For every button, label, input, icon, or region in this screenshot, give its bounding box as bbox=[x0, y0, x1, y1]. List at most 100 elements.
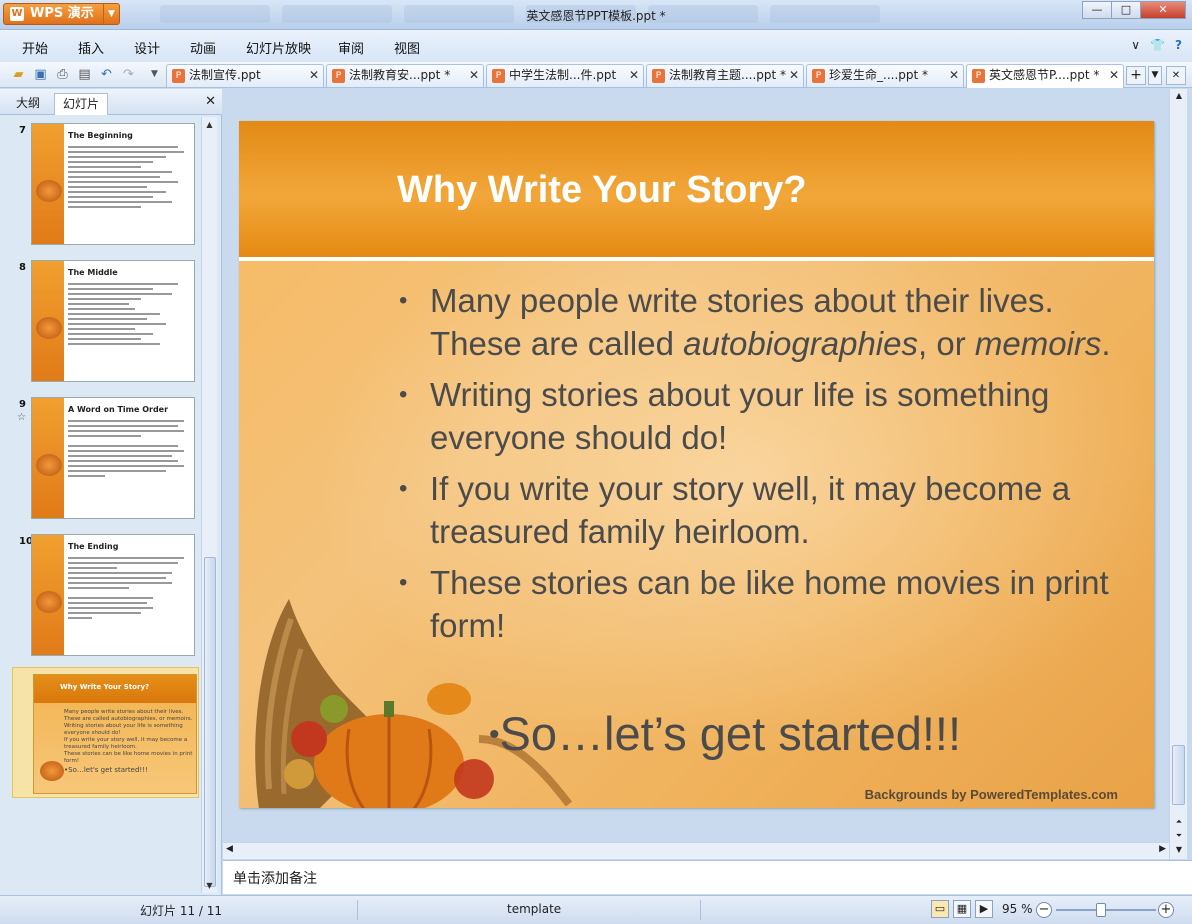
window-controls: — □ ✕ bbox=[1082, 1, 1186, 19]
menu-view[interactable]: 视图 bbox=[394, 38, 420, 57]
close-tab-icon[interactable]: ✕ bbox=[1109, 65, 1119, 86]
slide-thumbnail[interactable]: A Word on Time Order bbox=[31, 397, 195, 519]
slide-thumbnail[interactable]: The Beginning bbox=[31, 123, 195, 245]
slide-number: 8 bbox=[19, 262, 26, 273]
template-credit: Backgrounds by PoweredTemplates.com bbox=[864, 787, 1118, 802]
scroll-up-icon[interactable]: ▲ bbox=[1171, 89, 1187, 103]
slide-thumbnail[interactable]: The Ending bbox=[31, 534, 195, 656]
doc-tab[interactable]: P 法制教育主题....ppt * ✕ bbox=[646, 64, 804, 87]
status-bar: 幻灯片 11 / 11 template ▭ ▦ ▶ 95 % − + bbox=[0, 895, 1192, 924]
title-bar: W WPS 演示 ▼ 英文感恩节PPT模板.ppt * — □ ✕ bbox=[0, 0, 1192, 30]
thumb-line: If you write your story well, it may bec… bbox=[64, 737, 188, 750]
thumb-title: The Ending bbox=[68, 542, 119, 551]
doc-tab-active[interactable]: P 英文感恩节P....ppt * ✕ bbox=[966, 64, 1124, 88]
pane-tabs: 大纲 幻灯片 ✕ bbox=[0, 89, 222, 115]
undo-icon[interactable]: ↶ bbox=[98, 66, 115, 83]
tab-list-dropdown-icon[interactable]: ▼ bbox=[1148, 66, 1162, 85]
close-tab-icon[interactable]: ✕ bbox=[469, 65, 479, 86]
zoom-slider[interactable]: − + bbox=[1036, 902, 1176, 918]
slideshow-view-icon[interactable]: ▶ bbox=[975, 900, 993, 918]
thumb-line: •So…let's get started!!! bbox=[64, 766, 148, 774]
doc-tab[interactable]: P 法制宣传.ppt ✕ bbox=[166, 64, 324, 87]
normal-view-icon[interactable]: ▭ bbox=[931, 900, 949, 918]
ppt-file-icon: P bbox=[812, 69, 825, 83]
doc-tab[interactable]: P 法制教育安...ppt * ✕ bbox=[326, 64, 484, 87]
tab-outline[interactable]: 大纲 bbox=[8, 93, 48, 115]
doc-tab[interactable]: P 中学生法制...件.ppt ✕ bbox=[486, 64, 644, 87]
menu-review[interactable]: 审阅 bbox=[338, 38, 364, 57]
help-icon[interactable]: ? bbox=[1175, 38, 1182, 52]
bullet-emphasis: memoirs bbox=[974, 325, 1102, 362]
tab-close-all-icon[interactable]: ✕ bbox=[1166, 66, 1186, 85]
scroll-right-icon[interactable]: ▶ bbox=[1159, 844, 1166, 854]
ribbon-menu-bar: 开始 插入 设计 动画 幻灯片放映 审阅 视图 ∨ 👕 ? bbox=[0, 30, 1192, 62]
menu-home[interactable]: 开始 bbox=[22, 38, 48, 57]
thumb-title: A Word on Time Order bbox=[68, 405, 169, 414]
ppt-file-icon: P bbox=[172, 69, 185, 83]
zoom-in-icon[interactable]: + bbox=[1158, 902, 1174, 918]
bullet-text: , or bbox=[918, 325, 975, 362]
bullet-item: Writing stories about your life is somet… bbox=[399, 373, 1139, 459]
open-folder-icon[interactable]: ▰ bbox=[10, 66, 27, 83]
doc-tab-label: 法制教育主题....ppt * bbox=[669, 68, 787, 82]
close-tab-icon[interactable]: ✕ bbox=[309, 65, 319, 86]
save-icon[interactable]: ▣ bbox=[32, 66, 49, 83]
close-tab-icon[interactable]: ✕ bbox=[949, 65, 959, 86]
slide-sorter-icon[interactable]: ▦ bbox=[953, 900, 971, 918]
slide-counter: 幻灯片 11 / 11 bbox=[140, 904, 223, 918]
maximize-button[interactable]: □ bbox=[1111, 1, 1141, 19]
thumb-line: Writing stories about your life is somet… bbox=[64, 723, 183, 736]
print-preview-icon[interactable]: ▤ bbox=[76, 66, 93, 83]
notes-area[interactable]: 单击添加备注 bbox=[223, 860, 1192, 894]
thumbnail-scrollbar[interactable]: ▲ ▼ bbox=[201, 117, 217, 893]
skin-icon[interactable]: 👕 bbox=[1150, 38, 1165, 52]
pumpkin-image bbox=[36, 591, 62, 613]
slide-editor: Why Write Your Story? Many people write … bbox=[223, 89, 1169, 847]
slide-horizontal-scrollbar[interactable]: ◀ ▶ bbox=[223, 842, 1169, 859]
close-window-button[interactable]: ✕ bbox=[1140, 1, 1186, 19]
scroll-thumb[interactable] bbox=[1172, 745, 1185, 805]
quick-access-toolbar: ▰ ▣ ⎙ ▤ ↶ ↷ ▼ P 法制宣传.ppt ✕ P 法制教育安...ppt… bbox=[0, 62, 1192, 88]
slide-canvas[interactable]: Why Write Your Story? Many people write … bbox=[239, 121, 1154, 808]
toolbar-dropdown-icon[interactable]: ▼ bbox=[146, 66, 163, 83]
slide-vertical-scrollbar[interactable]: ▲ ⏶ ⏷ ▼ bbox=[1169, 89, 1187, 859]
new-tab-button[interactable]: + bbox=[1126, 66, 1146, 85]
scroll-up-icon[interactable]: ▲ bbox=[202, 117, 217, 132]
notes-placeholder: 单击添加备注 bbox=[233, 871, 317, 887]
menu-animation[interactable]: 动画 bbox=[190, 38, 216, 57]
doc-tab[interactable]: P 珍爱生命_....ppt * ✕ bbox=[806, 64, 964, 87]
prev-slide-icon[interactable]: ⏶ bbox=[1171, 815, 1187, 829]
close-tab-icon[interactable]: ✕ bbox=[789, 65, 799, 86]
pumpkin-image bbox=[36, 317, 62, 339]
thumb-body: Many people write stories about their li… bbox=[64, 709, 194, 775]
menu-slideshow[interactable]: 幻灯片放映 bbox=[246, 38, 311, 57]
zoom-out-icon[interactable]: − bbox=[1036, 902, 1052, 918]
scroll-down-icon[interactable]: ▼ bbox=[1171, 843, 1187, 857]
collapse-ribbon-icon[interactable]: ∨ bbox=[1131, 38, 1140, 52]
ppt-file-icon: P bbox=[332, 69, 345, 83]
closing-line: •So…let’s get started!!! bbox=[489, 707, 962, 760]
menu-insert[interactable]: 插入 bbox=[78, 38, 104, 57]
next-slide-icon[interactable]: ⏷ bbox=[1171, 829, 1187, 843]
slide-title[interactable]: Why Write Your Story? bbox=[397, 169, 807, 212]
template-name: template bbox=[507, 902, 562, 916]
status-divider bbox=[357, 900, 358, 920]
doc-tab-label: 法制教育安...ppt * bbox=[349, 68, 451, 82]
scroll-down-icon[interactable]: ▼ bbox=[202, 878, 217, 893]
print-icon[interactable]: ⎙ bbox=[54, 66, 71, 83]
slide-thumbnail-selected[interactable]: Why Write Your Story? Many people write … bbox=[12, 667, 199, 798]
menu-design[interactable]: 设计 bbox=[134, 38, 160, 57]
thumb-title: Why Write Your Story? bbox=[34, 675, 196, 703]
scroll-left-icon[interactable]: ◀ bbox=[226, 844, 233, 854]
redo-icon[interactable]: ↷ bbox=[120, 66, 137, 83]
bullet-text: . bbox=[1101, 325, 1111, 362]
zoom-knob[interactable] bbox=[1096, 903, 1106, 917]
slide-thumbnail[interactable]: The Middle bbox=[31, 260, 195, 382]
zoom-level: 95 % bbox=[1002, 902, 1033, 916]
tab-slides[interactable]: 幻灯片 bbox=[54, 93, 109, 115]
close-pane-icon[interactable]: ✕ bbox=[205, 94, 216, 109]
minimize-button[interactable]: — bbox=[1082, 1, 1112, 19]
closing-text: So…let’s get started!!! bbox=[499, 707, 962, 760]
scroll-thumb[interactable] bbox=[204, 557, 216, 887]
close-tab-icon[interactable]: ✕ bbox=[629, 65, 639, 86]
